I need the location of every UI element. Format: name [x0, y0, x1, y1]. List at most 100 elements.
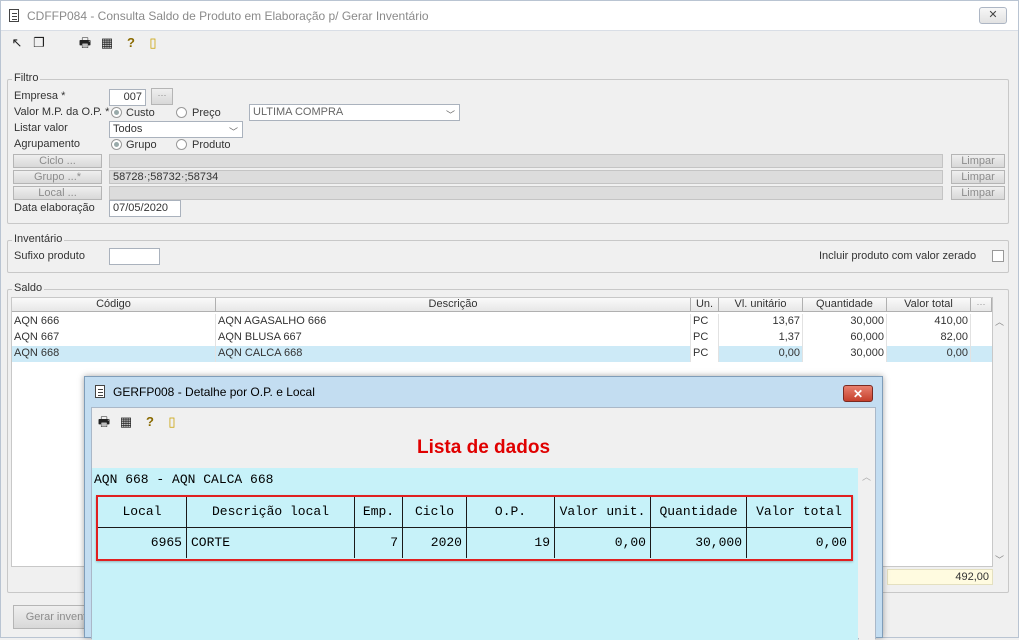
local-button[interactable]: Local ... [13, 186, 102, 200]
incluir-zerado-checkbox[interactable] [992, 250, 1004, 262]
help-icon[interactable]: ? [123, 35, 139, 51]
scroll-up-icon[interactable]: ︿ [862, 470, 871, 483]
detail-table: Local Descrição local Emp. Ciclo O.P. Va… [96, 495, 853, 561]
popup-scrollbar[interactable]: ︿ [859, 468, 875, 640]
cell-quantidade: 30,000 [651, 528, 747, 558]
title-bar: CDFFP084 - Consulta Saldo de Produto em … [1, 1, 1018, 31]
detail-header-row: Local Descrição local Emp. Ciclo O.P. Va… [98, 497, 851, 528]
cell-un: PC [691, 346, 719, 362]
ciclo-button[interactable]: Ciclo ... [13, 154, 102, 168]
cell-valor-total: 82,00 [887, 330, 971, 346]
table-row[interactable]: 6965 CORTE 7 2020 19 0,00 30,000 0,00 [98, 528, 851, 559]
saldo-legend: Saldo [12, 282, 45, 294]
chevron-down-icon: ﹀ [445, 110, 455, 120]
cell-descricao: AQN BLUSA 667 [216, 330, 691, 346]
listar-valor-value: Todos [113, 123, 143, 135]
cell-valor-total: 410,00 [887, 314, 971, 330]
col-header-valor-total[interactable]: Valor total [887, 298, 971, 312]
cell-descricao: AQN CALCA 668 [216, 346, 691, 362]
product-line: AQN 668 - AQN CALCA 668 [94, 472, 274, 487]
col-header-op[interactable]: O.P. [467, 497, 555, 527]
table-row[interactable]: AQN 666 AQN AGASALHO 666 PC 13,67 30,000… [12, 314, 992, 330]
agrupamento-label: Agrupamento [14, 138, 81, 150]
sufixo-produto-label: Sufixo produto [14, 250, 85, 262]
grupo-field: 58728·;58732·;58734 [109, 170, 943, 184]
preco-select[interactable]: ULTIMA COMPRA ﹀ [249, 104, 460, 121]
cell-valor-total: 0,00 [815, 535, 847, 550]
col-header-valor-total[interactable]: Valor total [747, 497, 851, 527]
grupo-radio[interactable] [111, 139, 122, 150]
local-limpar-button[interactable]: Limpar [951, 186, 1005, 200]
valor-mp-label: Valor M.P. da O.P. * [14, 106, 110, 118]
grupo-button[interactable]: Grupo ...* [13, 170, 102, 184]
col-header-descricao-local[interactable]: Descrição local [187, 497, 355, 527]
help-icon[interactable]: ? [142, 414, 158, 430]
detail-panel: AQN 668 - AQN CALCA 668 Local Descrição … [92, 468, 858, 640]
listar-valor-select[interactable]: Todos ﹀ [109, 121, 243, 138]
data-elaboracao-input[interactable]: 07/05/2020 [109, 200, 181, 217]
close-button[interactable]: ✕ [979, 7, 1007, 24]
grupo-limpar-button[interactable]: Limpar [951, 170, 1005, 184]
cell-emp: 7 [355, 528, 403, 558]
chevron-down-icon: ﹀ [228, 127, 238, 137]
incluir-zerado-label: Incluir produto com valor zerado [819, 250, 977, 262]
copy-windows-icon[interactable]: ❐ [31, 35, 47, 51]
sufixo-produto-input[interactable] [109, 248, 160, 265]
grid-options-icon[interactable]: ⋯ [971, 298, 992, 312]
popup-close-button[interactable]: ✕ [843, 385, 873, 402]
window-title: CDFFP084 - Consulta Saldo de Produto em … [27, 9, 429, 23]
cell-codigo: AQN 666 [12, 314, 216, 330]
scroll-up-icon[interactable]: ︿ [995, 315, 1004, 328]
cell-ciclo: 2020 [403, 528, 467, 558]
inventario-legend: Inventário [12, 233, 65, 245]
grid-scrollbar[interactable]: ︿ ﹀ [994, 315, 1006, 567]
cell-descricao: AQN AGASALHO 666 [216, 314, 691, 330]
col-header-local[interactable]: Local [98, 497, 187, 527]
produto-radio[interactable] [176, 139, 187, 150]
popup-body: 🖶 ▦ ? ▯ Lista de dados AQN 668 - AQN CAL… [91, 407, 876, 640]
cell-op: 19 [467, 528, 555, 558]
col-header-emp[interactable]: Emp. [355, 497, 403, 527]
col-header-valor-unit[interactable]: Valor unit. [555, 497, 651, 527]
arrow-select-icon[interactable]: ↖ [9, 35, 25, 51]
col-header-ciclo[interactable]: Ciclo [403, 497, 467, 527]
grupo-radio-label: Grupo [126, 139, 157, 151]
saldo-total-field: 492,00 [887, 569, 993, 585]
col-header-quantidade[interactable]: Quantidade [651, 497, 747, 527]
preco-radio[interactable] [176, 107, 187, 118]
ciclo-limpar-button[interactable]: Limpar [951, 154, 1005, 168]
empresa-label: Empresa * [14, 90, 66, 102]
filtro-legend: Filtro [12, 72, 41, 84]
exit-door-icon[interactable]: ▯ [164, 414, 180, 430]
exit-door-icon[interactable]: ▯ [145, 35, 161, 51]
table-row-selected[interactable]: AQN 668 AQN CALCA 668 PC 0,00 30,000 0,0… [12, 346, 992, 362]
table-row[interactable]: AQN 667 AQN BLUSA 667 PC 1,37 60,000 82,… [12, 330, 992, 346]
listar-valor-label: Listar valor [14, 122, 68, 134]
preco-select-value: ULTIMA COMPRA [253, 106, 344, 118]
cell-descricao-local: CORTE [187, 528, 355, 558]
empresa-input[interactable]: 007 [109, 89, 146, 106]
popup-title-bar: GERFP008 - Detalhe por O.P. e Local ✕ [85, 377, 882, 405]
col-header-codigo[interactable]: Código [12, 298, 216, 312]
empresa-lookup-button[interactable]: ⋯ [151, 88, 173, 105]
scroll-down-icon[interactable]: ﹀ [995, 553, 1004, 566]
custo-radio-label: Custo [126, 107, 155, 119]
cell-codigo: AQN 668 [12, 346, 216, 362]
spreadsheet-icon[interactable]: ▦ [99, 35, 115, 51]
col-header-quantidade[interactable]: Quantidade [803, 298, 887, 312]
printer-icon[interactable]: 🖶 [77, 35, 93, 51]
popup-title: GERFP008 - Detalhe por O.P. e Local [113, 385, 315, 399]
cell-local: 6965 [98, 528, 187, 558]
cell-quantidade: 30,000 [803, 314, 887, 330]
cell-vl-unitario: 13,67 [719, 314, 803, 330]
cell-quantidade: 30,000 [803, 346, 887, 362]
custo-radio[interactable] [111, 107, 122, 118]
cell-un: PC [691, 330, 719, 346]
col-header-un[interactable]: Un. [691, 298, 719, 312]
col-header-vl-unitario[interactable]: Vl. unitário [719, 298, 803, 312]
col-header-descricao[interactable]: Descrição [216, 298, 691, 312]
preco-radio-label: Preço [192, 107, 221, 119]
spreadsheet-icon[interactable]: ▦ [118, 414, 134, 430]
detalhe-popup: GERFP008 - Detalhe por O.P. e Local ✕ 🖶 … [84, 376, 883, 640]
printer-icon[interactable]: 🖶 [96, 414, 112, 430]
